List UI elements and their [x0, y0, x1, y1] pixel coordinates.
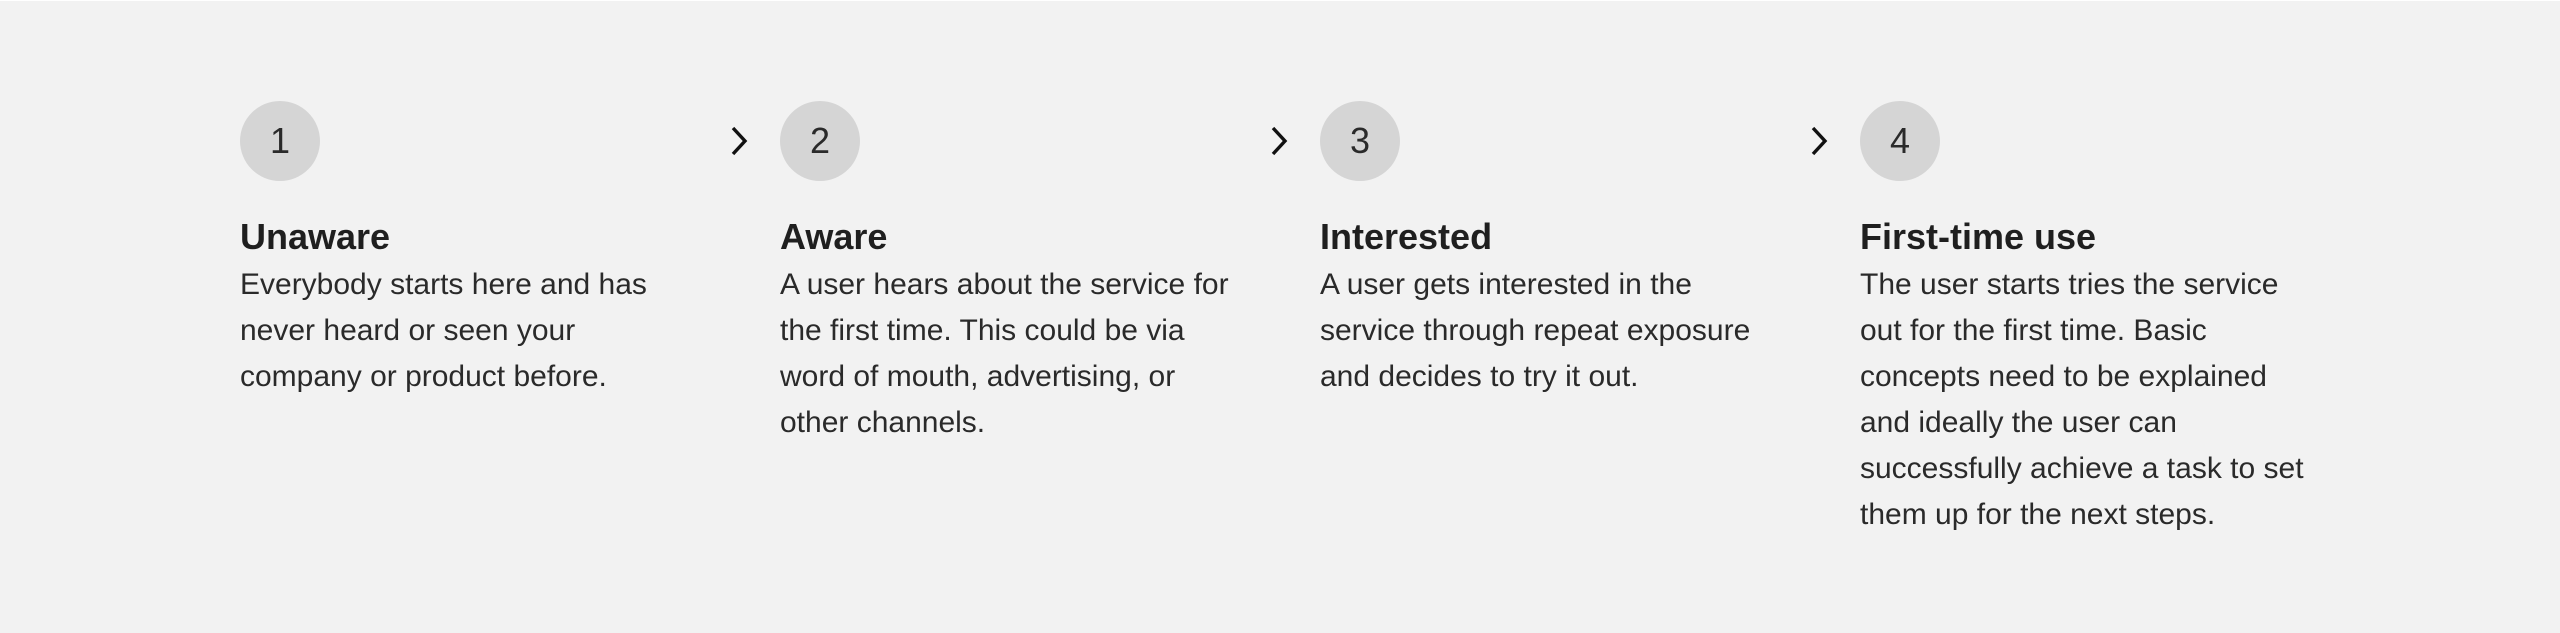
step-title: First-time use — [1860, 216, 2097, 257]
step-description: The user starts tries the service out fo… — [1860, 268, 2304, 531]
step-unaware: 1 Unaware Everybody starts here and has … — [240, 101, 720, 400]
chevron-right-icon — [1266, 125, 1292, 157]
step-number-badge: 3 — [1320, 101, 1400, 181]
chevron-right-icon — [1806, 125, 1832, 157]
step-interested: 3 Interested A user gets interested in t… — [1320, 101, 1800, 400]
step-description: A user hears about the service for the f… — [780, 268, 1229, 439]
step-title: Unaware — [240, 216, 391, 257]
step-number-badge: 2 — [780, 101, 860, 181]
journey-steps: 1 Unaware Everybody starts here and has … — [0, 0, 2560, 633]
step-first-time-use: 4 First-time use The user starts tries t… — [1860, 101, 2340, 538]
step-title: Aware — [780, 216, 888, 257]
chevron-right-icon — [726, 125, 752, 157]
step-description: A user gets interested in the service th… — [1320, 268, 1751, 393]
step-aware: 2 Aware A user hears about the service f… — [780, 101, 1260, 446]
step-number-badge: 4 — [1860, 101, 1940, 181]
step-title: Interested — [1320, 216, 1493, 257]
step-number-badge: 1 — [240, 101, 320, 181]
step-description: Everybody starts here and has never hear… — [240, 268, 647, 393]
